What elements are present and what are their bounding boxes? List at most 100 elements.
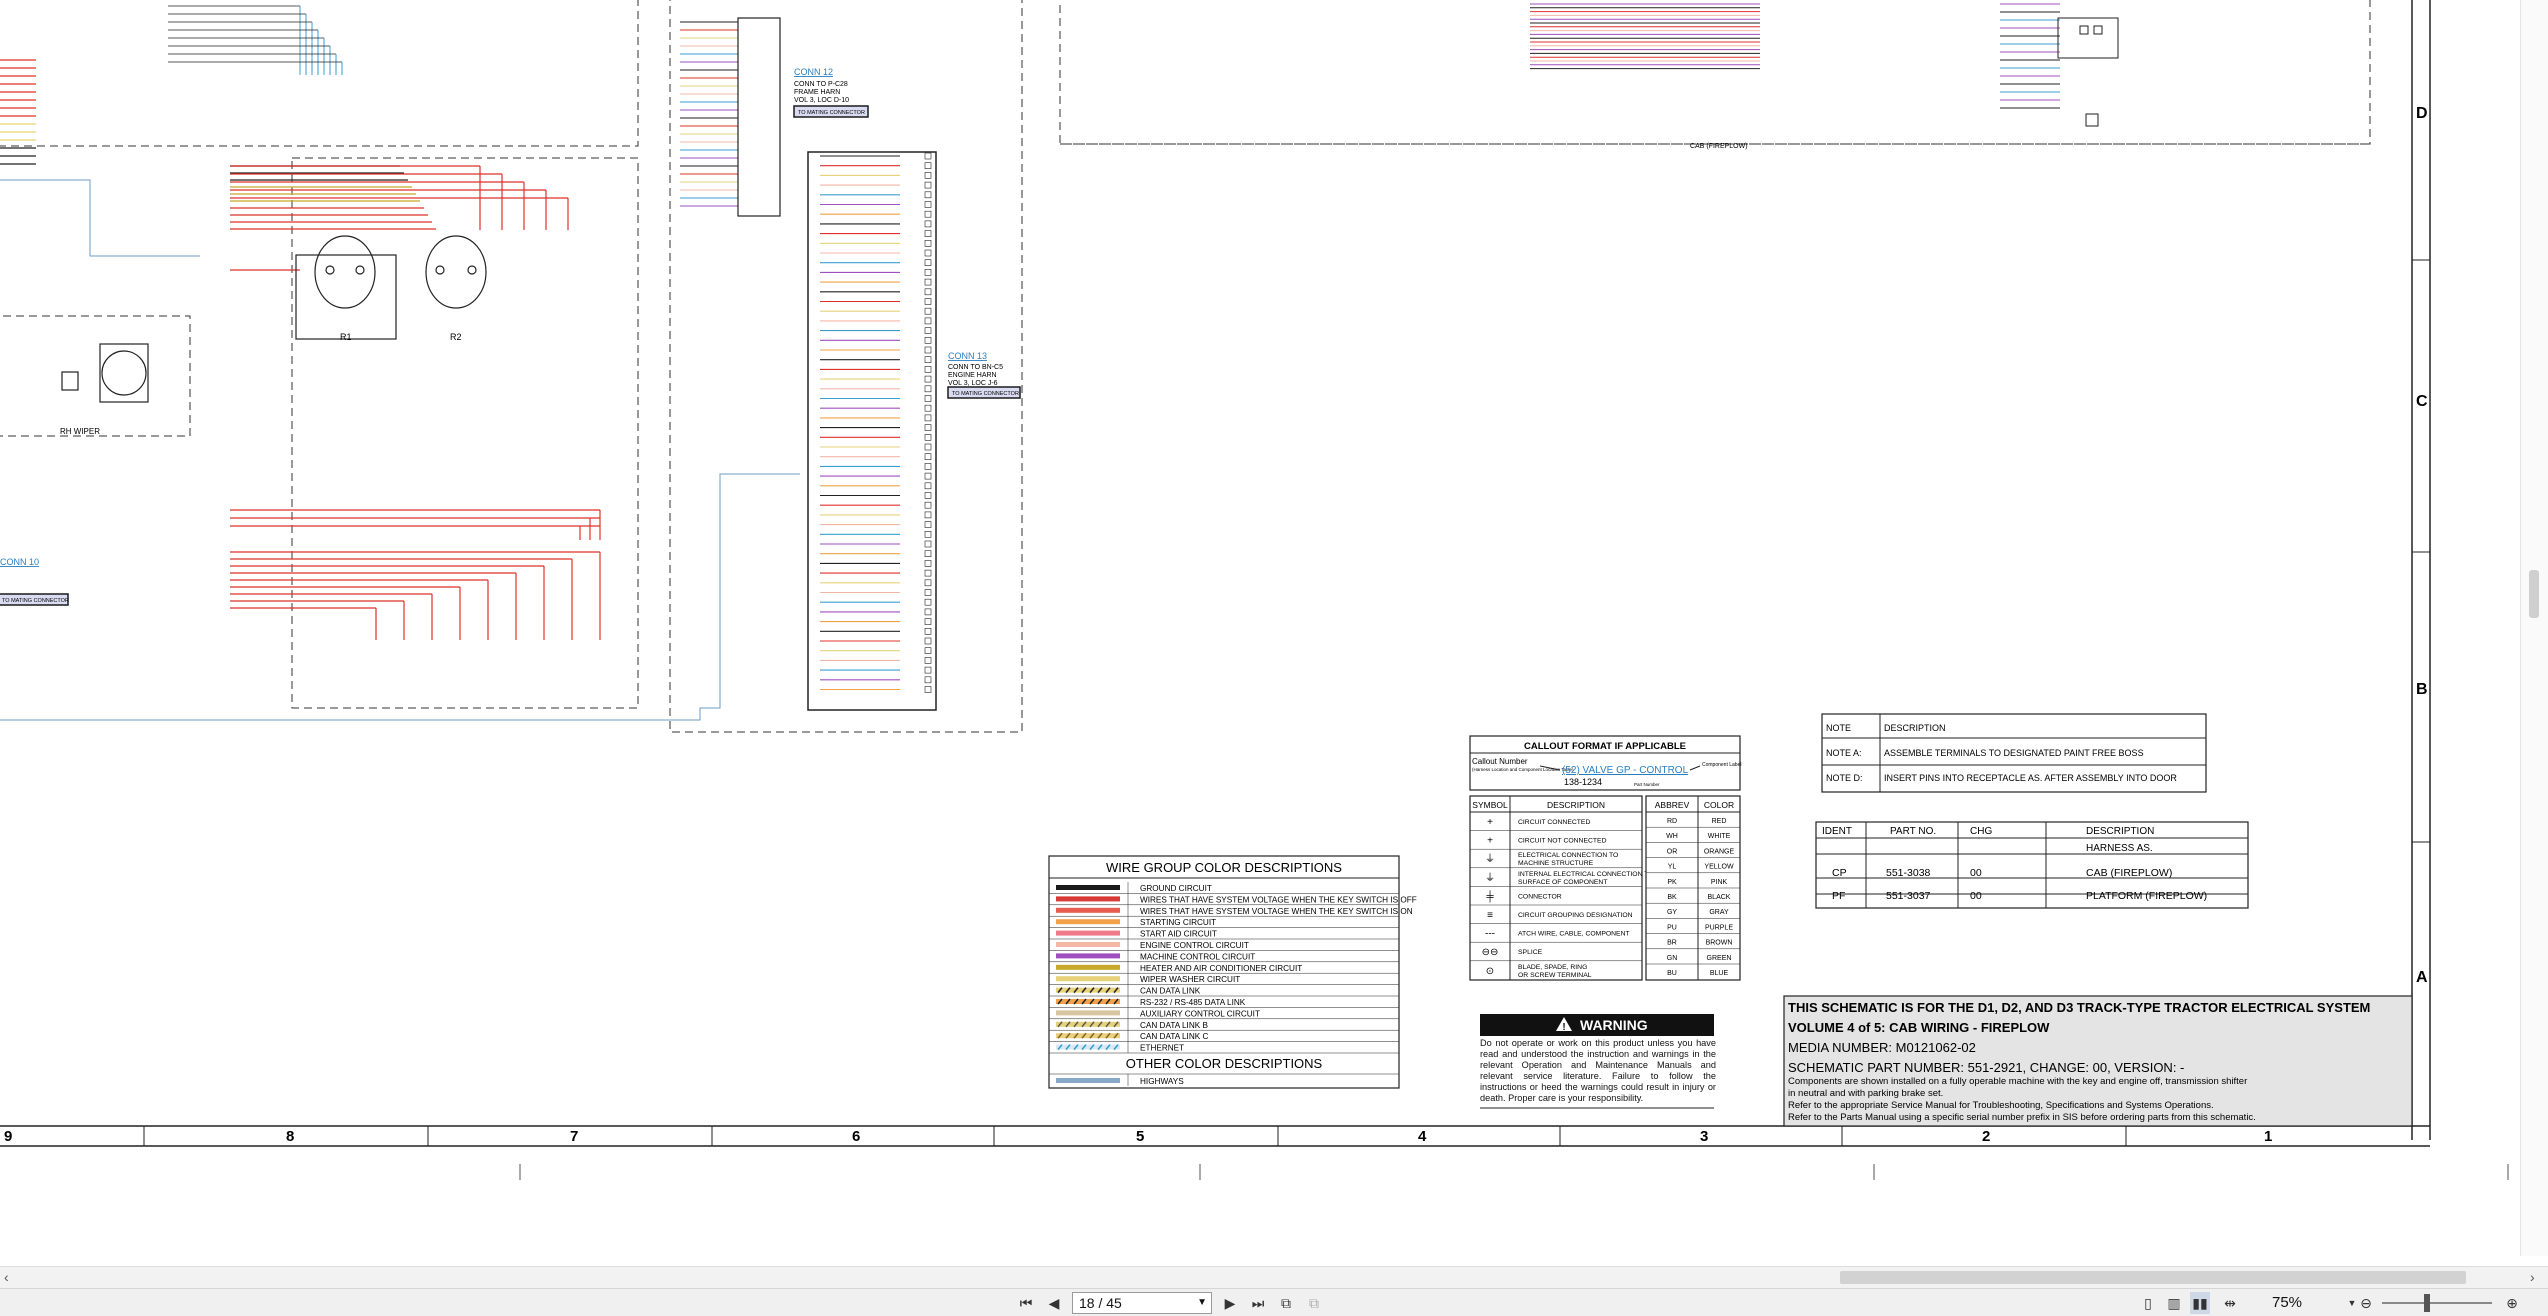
abbrev-color: PURPLE [1705, 924, 1733, 931]
abbrev-table: ABBREV COLOR RD RED WH WHITE OR ORANGE YL YELLO… [1645, 795, 1741, 981]
note-d-text: INSERT PINS INTO RECEPTACLE AS. AFTER AS… [1884, 773, 2177, 783]
wire-group-label: WIRES THAT HAVE SYSTEM VOLTAGE WHEN THE … [1140, 895, 1417, 904]
last-page-icon[interactable]: ⏭ [1248, 1292, 1268, 1314]
page-dropdown-icon[interactable]: ▼ [1197, 1293, 1207, 1313]
title-line7: Refer to the appropriate Service Manual … [1788, 1100, 2214, 1111]
zone-number: 8 [286, 1128, 294, 1145]
scroll-left-icon[interactable]: ‹ [4, 1269, 9, 1285]
harness-row-cp-ident: CP [1832, 867, 1847, 879]
relay-r1-label: R1 [340, 332, 352, 342]
abbrev-code: BU [1667, 970, 1677, 977]
symbol-description: CIRCUIT GROUPING DESIGNATION [1518, 912, 1633, 919]
conn12-title[interactable]: CONN 12 [794, 67, 833, 77]
zoom-in-icon[interactable]: ⊕ [2502, 1292, 2522, 1314]
conn13-line1: CONN TO BN-C5 [948, 364, 1003, 371]
title-line8: Refer to the Parts Manual using a specif… [1788, 1112, 2256, 1123]
symbol-header: SYMBOL [1472, 800, 1508, 810]
harness-row-pf-ident: PF [1832, 890, 1845, 902]
abbrev-code: OR [1667, 848, 1678, 855]
wire-group-label: MACHINE CONTROL CIRCUIT [1140, 952, 1255, 961]
zone-number: 2 [1982, 1128, 1990, 1145]
symbol-description: SPLICE [1518, 949, 1543, 956]
warning-title: WARNING [1580, 1017, 1648, 1033]
note-a-text: ASSEMBLE TERMINALS TO DESIGNATED PAINT F… [1884, 748, 2144, 758]
zoom-slider[interactable] [2382, 1302, 2492, 1304]
other-color-swatch [1056, 1078, 1120, 1083]
conn13-line2: ENGINE HARN [948, 372, 997, 379]
conn13-line3: VOL 3, LOC J-6 [948, 380, 998, 387]
scroll-right-icon[interactable]: › [2530, 1269, 2535, 1285]
previous-view-icon[interactable]: ⧉ [1276, 1292, 1296, 1314]
conn12-tag-label: TO MATING CONNECTOR [798, 110, 865, 116]
zoom-slider-handle[interactable] [2424, 1294, 2430, 1312]
symbol-glyph-icon: + [1487, 817, 1493, 828]
next-view-icon[interactable]: ⧉ [1304, 1292, 1324, 1314]
abbrev-color: GRAY [1709, 909, 1729, 916]
rh-wiper-label: RH WIPER [60, 427, 100, 436]
symbol-description: ATCH WIRE, CABLE, COMPONENT [1518, 931, 1630, 938]
harness-row-cp-part: 551-3038 [1886, 867, 1931, 879]
wire-group-label: HEATER AND AIR CONDITIONER CIRCUIT [1140, 964, 1302, 973]
conn12-line1: CONN TO P-C28 [794, 81, 848, 88]
wire-color-swatch [1056, 942, 1120, 947]
callout-component-label: Component Label [1702, 762, 1741, 768]
previous-page-icon[interactable]: ◀ [1044, 1292, 1064, 1314]
symbol-description: MACHINE STRUCTURE [1518, 860, 1594, 867]
abbrev-code: WH [1666, 833, 1678, 840]
symbol-glyph-icon: ╪ [1485, 889, 1494, 903]
title-line1: THIS SCHEMATIC IS FOR THE D1, D2, AND D3… [1788, 1000, 2370, 1015]
abbrev-color: BLUE [1710, 970, 1729, 977]
continuous-view-icon[interactable]: ▥ [2164, 1292, 2184, 1314]
vertical-scrollbar[interactable] [2520, 0, 2548, 1256]
relay-r2 [425, 235, 487, 309]
relay-r2-label: R2 [450, 332, 462, 342]
abbrev-code: PU [1667, 924, 1677, 931]
harness-row-pf-part: 551-3037 [1886, 890, 1931, 902]
fit-width-icon[interactable]: ⇹ [2220, 1292, 2240, 1314]
wire-group-legend: WIRE GROUP COLOR DESCRIPTIONS GROUND CIR… [1048, 855, 1417, 1089]
page-number-value: 18 / 45 [1079, 1295, 1122, 1311]
facing-view-icon[interactable]: ▮▮ [2190, 1292, 2210, 1314]
wire-group-title: WIRE GROUP COLOR DESCRIPTIONS [1106, 860, 1342, 875]
next-page-icon[interactable]: ▶ [1220, 1292, 1240, 1314]
page-number-input[interactable]: 18 / 45 ▼ [1072, 1292, 1212, 1314]
conn12-line3: VOL 3, LOC D-10 [794, 97, 849, 104]
wire-traces [0, 3, 2370, 721]
zone-number: 6 [852, 1128, 860, 1145]
zoom-out-icon[interactable]: ⊖ [2356, 1292, 2376, 1314]
symbol-description: CIRCUIT NOT CONNECTED [1518, 838, 1607, 845]
vertical-scroll-thumb[interactable] [2529, 570, 2539, 618]
callout-example-link[interactable]: (52) VALVE GP - CONTROL [1562, 765, 1689, 776]
symbol-glyph-icon: ⊖⊖ [1482, 947, 1499, 958]
abbrev-color: PINK [1711, 879, 1728, 886]
harness-row-cp-chg: 00 [1970, 867, 1982, 879]
wire-group-label: AUXILIARY CONTROL CIRCUIT [1140, 1009, 1260, 1018]
harness-sub: HARNESS AS. [2086, 843, 2153, 854]
horizontal-scroll-thumb[interactable] [1840, 1271, 2466, 1284]
zone-number: 1 [2264, 1128, 2272, 1145]
first-page-icon[interactable]: ⏮ [1016, 1292, 1036, 1314]
abbrev-color: WHITE [1708, 833, 1731, 840]
conn13-title[interactable]: CONN 13 [948, 351, 987, 361]
schematic-page: R1 R2 RH WIPER CAB (FIREPLOW) CONN 12 CO… [0, 0, 2509, 1180]
wire-group-label: WIPER WASHER CIRCUIT [1140, 975, 1240, 984]
conn10-title[interactable]: CONN 10 [0, 557, 39, 567]
abbrev-color: RED [1712, 818, 1727, 825]
harness-row-pf-chg: 00 [1970, 890, 1982, 902]
document-viewport[interactable]: R1 R2 RH WIPER CAB (FIREPLOW) CONN 12 CO… [0, 0, 2548, 1256]
harness-header-desc: DESCRIPTION [2086, 826, 2154, 837]
horizontal-scrollbar[interactable]: ‹ › [0, 1266, 2548, 1288]
symbol-glyph-icon: ⏚ [1485, 853, 1495, 865]
abbrev-color: GREEN [1707, 955, 1732, 962]
wire-color-swatch [1056, 953, 1120, 959]
zoom-level[interactable]: 75% [2272, 1292, 2352, 1314]
note-d-label: NOTE D: [1826, 773, 1863, 783]
wire-group-label: CAN DATA LINK C [1140, 1032, 1208, 1041]
cab-fireplow-label: CAB (FIREPLOW) [1690, 143, 1748, 150]
symbol-glyph-icon: ⊙ [1486, 966, 1494, 977]
single-page-view-icon[interactable]: ▯ [2138, 1292, 2158, 1314]
symbol-table: SYMBOL DESCRIPTION + CIRCUIT CONNECTED + CI… [1469, 795, 1654, 981]
zone-number: 9 [4, 1128, 12, 1145]
wire-color-swatch [1056, 964, 1120, 970]
svg-text:!: ! [1562, 1022, 1565, 1033]
